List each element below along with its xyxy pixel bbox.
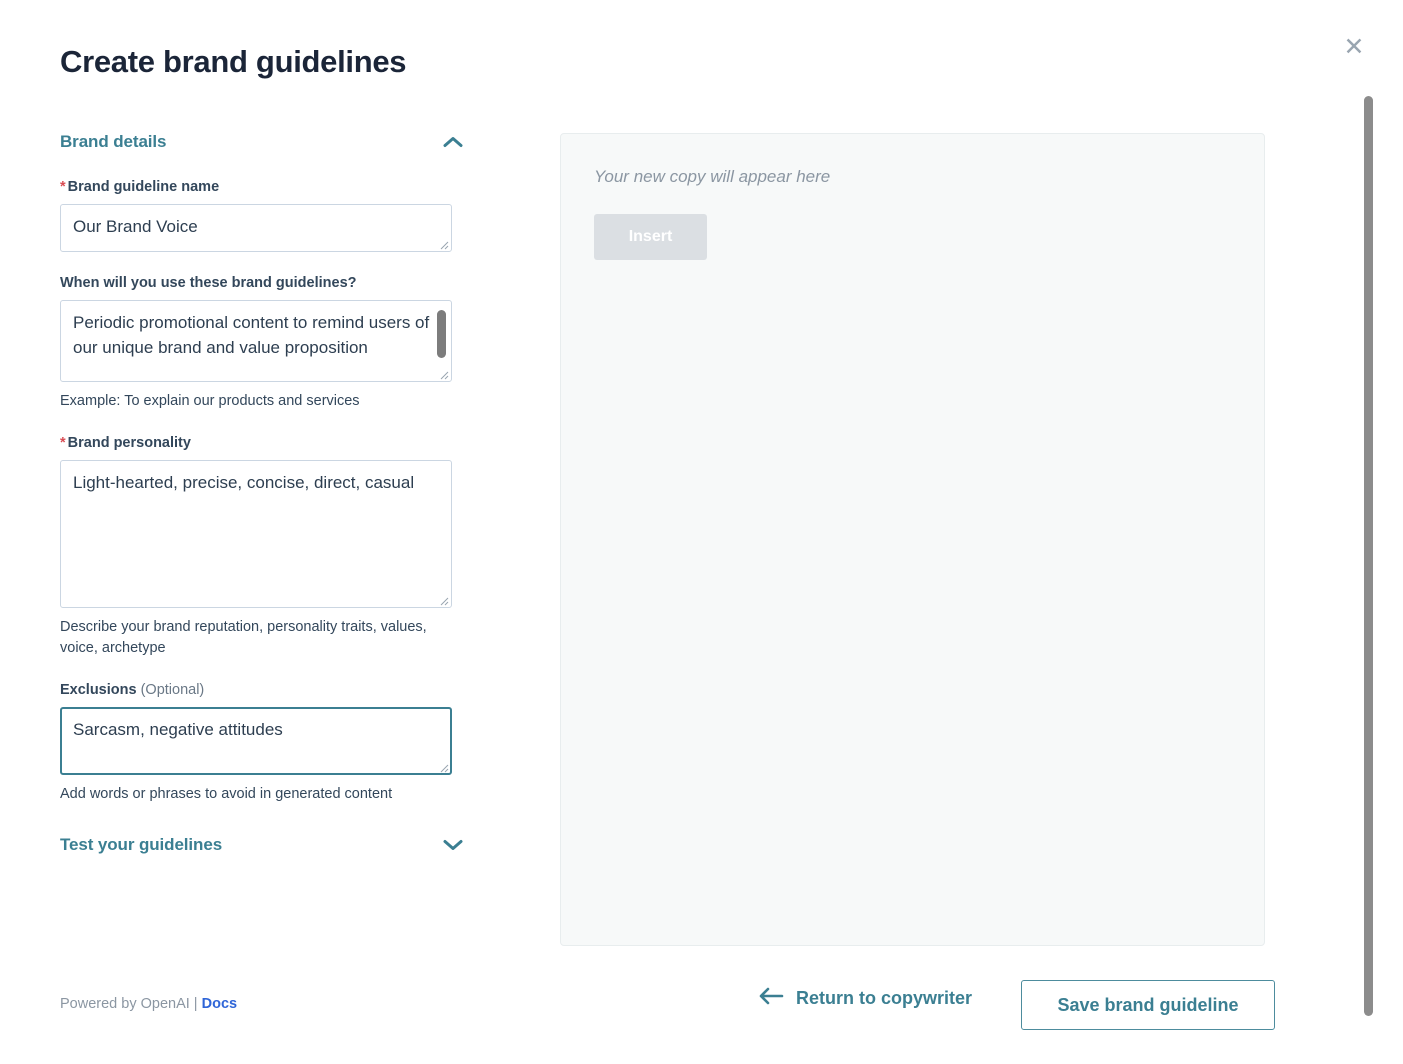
page-title: Create brand guidelines (60, 44, 407, 79)
arrow-left-icon (758, 987, 784, 1010)
personality-wrap (60, 459, 452, 608)
helper-usage: Example: To explain our products and ser… (60, 392, 360, 409)
label-usage: When will you use these brand guidelines… (60, 274, 357, 291)
close-icon[interactable]: ✕ (1337, 30, 1371, 64)
label-text-exclusions: Exclusions (60, 682, 137, 698)
powered-by-text: Powered by OpenAI | (60, 996, 198, 1012)
field-exclusions: Exclusions (Optional) Add words or phras… (60, 681, 480, 805)
field-personality: *Brand personality Describe your brand r… (60, 434, 480, 659)
create-brand-guidelines-modal: ✕ Create brand guidelines Brand details … (0, 0, 1403, 1064)
label-text-guideline-name: Brand guideline name (67, 179, 220, 195)
return-to-copywriter-label: Return to copywriter (796, 988, 973, 1008)
usage-textarea-scrollbar[interactable] (437, 309, 446, 358)
personality-input[interactable] (60, 459, 452, 608)
helper-personality: Describe your brand reputation, personal… (60, 618, 427, 656)
powered-by-note: Powered by OpenAI | Docs (60, 996, 237, 1012)
return-to-copywriter-button[interactable]: Return to copywriter (758, 987, 972, 1010)
optional-suffix-exclusions: (Optional) (140, 682, 205, 698)
copy-preview-placeholder: Your new copy will appear here (594, 167, 831, 186)
exclusions-input[interactable] (60, 706, 452, 775)
usage-input[interactable] (60, 299, 452, 382)
chevron-down-icon[interactable] (442, 838, 464, 852)
usage-wrap (60, 299, 452, 382)
label-text-personality: Brand personality (67, 434, 191, 451)
field-guideline-name: * Brand guideline name (60, 178, 480, 252)
helper-exclusions: Add words or phrases to avoid in generat… (60, 785, 393, 802)
insert-button[interactable]: Insert (594, 214, 707, 260)
label-exclusions: Exclusions (Optional) (60, 681, 480, 700)
label-personality: * Brand personality (60, 434, 480, 453)
exclusions-wrap (60, 706, 452, 775)
guideline-name-wrap (60, 203, 452, 252)
label-guideline-name: * Brand guideline name (60, 178, 480, 197)
section-header-brand-details[interactable]: Brand details (60, 128, 464, 156)
guideline-name-input[interactable] (60, 203, 452, 252)
brand-details-form: Brand details *Brand guideline name When… (60, 128, 480, 859)
save-brand-guideline-button[interactable]: Save brand guideline (1021, 980, 1275, 1030)
section-title-brand-details: Brand details (60, 132, 167, 151)
copy-preview-panel: Your new copy will appear here Insert (560, 133, 1265, 946)
field-usage: When will you use these brand guidelines… (60, 274, 480, 412)
section-title-test-guidelines: Test your guidelines (60, 835, 223, 854)
docs-link[interactable]: Docs (202, 996, 237, 1012)
chevron-up-icon[interactable] (442, 135, 464, 149)
section-header-test-guidelines[interactable]: Test your guidelines (60, 831, 464, 859)
required-marker-guideline-name: * (60, 179, 66, 195)
page-scrollbar[interactable] (1364, 96, 1373, 1016)
required-marker-personality: * (60, 434, 66, 451)
